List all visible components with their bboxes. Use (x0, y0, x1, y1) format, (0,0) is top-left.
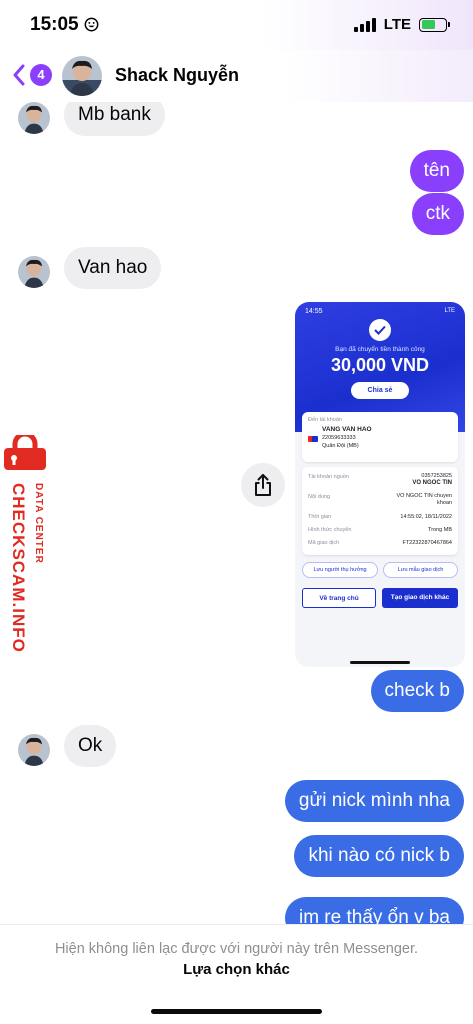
other-options-link[interactable]: Lựa chọn khác (0, 961, 473, 978)
sender-avatar[interactable] (18, 102, 50, 134)
receipt-row-label: Hình thức chuyển (308, 527, 352, 533)
receipt-row-label: Tài khoản nguồn (308, 474, 349, 480)
receipt-home-button: Về trang chủ (302, 588, 376, 608)
message-row: gửi nick mình nha (284, 780, 464, 822)
receipt-row-label: Nội dung (308, 494, 331, 500)
outgoing-message[interactable]: khi nào có nick b (294, 835, 464, 877)
composer-unavailable-footer: Hiện không liên lạc được với người này t… (0, 924, 473, 1024)
share-icon (255, 474, 271, 496)
status-bar: 15:05 LTE (0, 0, 473, 50)
message-list[interactable]: Mb bank tên ctk Van hao 14:55 LTE Bạn đã… (0, 102, 473, 924)
sender-avatar[interactable] (18, 256, 50, 288)
outgoing-message[interactable]: check b (370, 670, 464, 712)
mb-bank-logo (308, 436, 318, 442)
outgoing-message[interactable]: ctk (411, 193, 464, 235)
outgoing-message[interactable]: im re thấy ổn v ba (284, 897, 464, 924)
check-icon (369, 319, 391, 341)
chevron-left-icon (13, 64, 25, 86)
message-row: Van hao (64, 247, 162, 289)
receipt-status-time: 14:55 (305, 308, 323, 315)
receipt-row-value2: VO NGOC TIN (412, 480, 452, 486)
incoming-message[interactable]: Mb bank (64, 102, 165, 136)
status-time: 15:05 (30, 14, 79, 35)
receipt-amount: 30,000 VND (330, 355, 430, 375)
receipt-row-value: Trong MB (428, 527, 452, 533)
incoming-message[interactable]: Van hao (64, 247, 162, 289)
receipt-row-value: VO NGOC TIN chuyen (396, 493, 452, 499)
receipt-row-value: 0357253825 (421, 473, 452, 479)
incoming-message[interactable]: Ok (64, 725, 117, 767)
unavailable-notice: Hiện không liên lạc được với người này t… (54, 941, 419, 957)
receipt-save-recipient: Lưu người thụ hưởng (302, 562, 378, 578)
message-row: ctk (411, 193, 464, 235)
receipt-row-value: 14:55:02, 18/11/2022 (400, 514, 452, 520)
receipt-home-indicator (350, 661, 410, 664)
share-button[interactable] (241, 463, 285, 507)
unread-count-badge: 4 (30, 64, 52, 86)
receipt-save-template: Lưu mẫu giao dịch (383, 562, 458, 578)
receipt-row-value: FT22322870467864 (402, 540, 452, 546)
sender-avatar[interactable] (18, 734, 50, 766)
home-indicator[interactable] (151, 1009, 322, 1014)
message-row: check b (370, 670, 464, 712)
receipt-success-text: Bạn đã chuyển tiền thành công (335, 346, 425, 353)
receipt-recipient-bank: Quân Đội (MB) (322, 443, 359, 449)
receipt-recipient-card: Đến tài khoản VANG VAN HAO 22059633333 Q… (302, 412, 458, 462)
receipt-details-card: Tài khoản nguồn 0357253825 VO NGOC TIN N… (302, 467, 458, 555)
receipt-to-account-label: Đến tài khoản (308, 417, 342, 423)
message-row: tên (409, 150, 464, 192)
network-label: LTE (383, 16, 411, 33)
receipt-recipient-name: VANG VAN HAO (322, 426, 372, 433)
contact-avatar[interactable] (62, 56, 102, 96)
transfer-receipt-image[interactable]: 14:55 LTE Bạn đã chuyển tiền thành công … (295, 302, 465, 667)
watermark: CHECKSCAM.INFO DATA CENTER (0, 435, 56, 665)
receipt-status-network: LTE (444, 308, 455, 314)
lock-icon (4, 435, 46, 470)
contact-name[interactable]: Shack Nguyễn (115, 65, 239, 86)
message-row: Mb bank (64, 102, 165, 136)
outgoing-message[interactable]: gửi nick mình nha (284, 780, 464, 822)
back-button[interactable]: 4 (12, 62, 52, 88)
receipt-row-label: Thời gian (308, 514, 332, 520)
battery-icon (419, 17, 450, 32)
conversation-header: 4 Shack Nguyễn (0, 50, 473, 102)
message-row: im re thấy ổn v ba (284, 897, 464, 924)
status-indicators: LTE (353, 16, 450, 33)
outgoing-message[interactable]: tên (409, 150, 464, 192)
receipt-recipient-account: 22059633333 (322, 435, 356, 441)
receipt-share-label: Chia sẻ (367, 387, 393, 394)
message-row: khi nào có nick b (294, 835, 464, 877)
receipt-share-button: Chia sẻ (351, 382, 409, 399)
watermark-main-text: CHECKSCAM.INFO (9, 483, 28, 653)
smiley-icon (84, 17, 99, 32)
watermark-sub-text: DATA CENTER (33, 483, 44, 564)
receipt-new-transaction-button: Tạo giao dịch khác (382, 588, 458, 608)
receipt-row-label: Mã giao dịch (308, 540, 340, 546)
signal-icon (353, 17, 376, 32)
receipt-row-value2: khoan (437, 500, 452, 506)
message-row: Ok (64, 725, 117, 767)
